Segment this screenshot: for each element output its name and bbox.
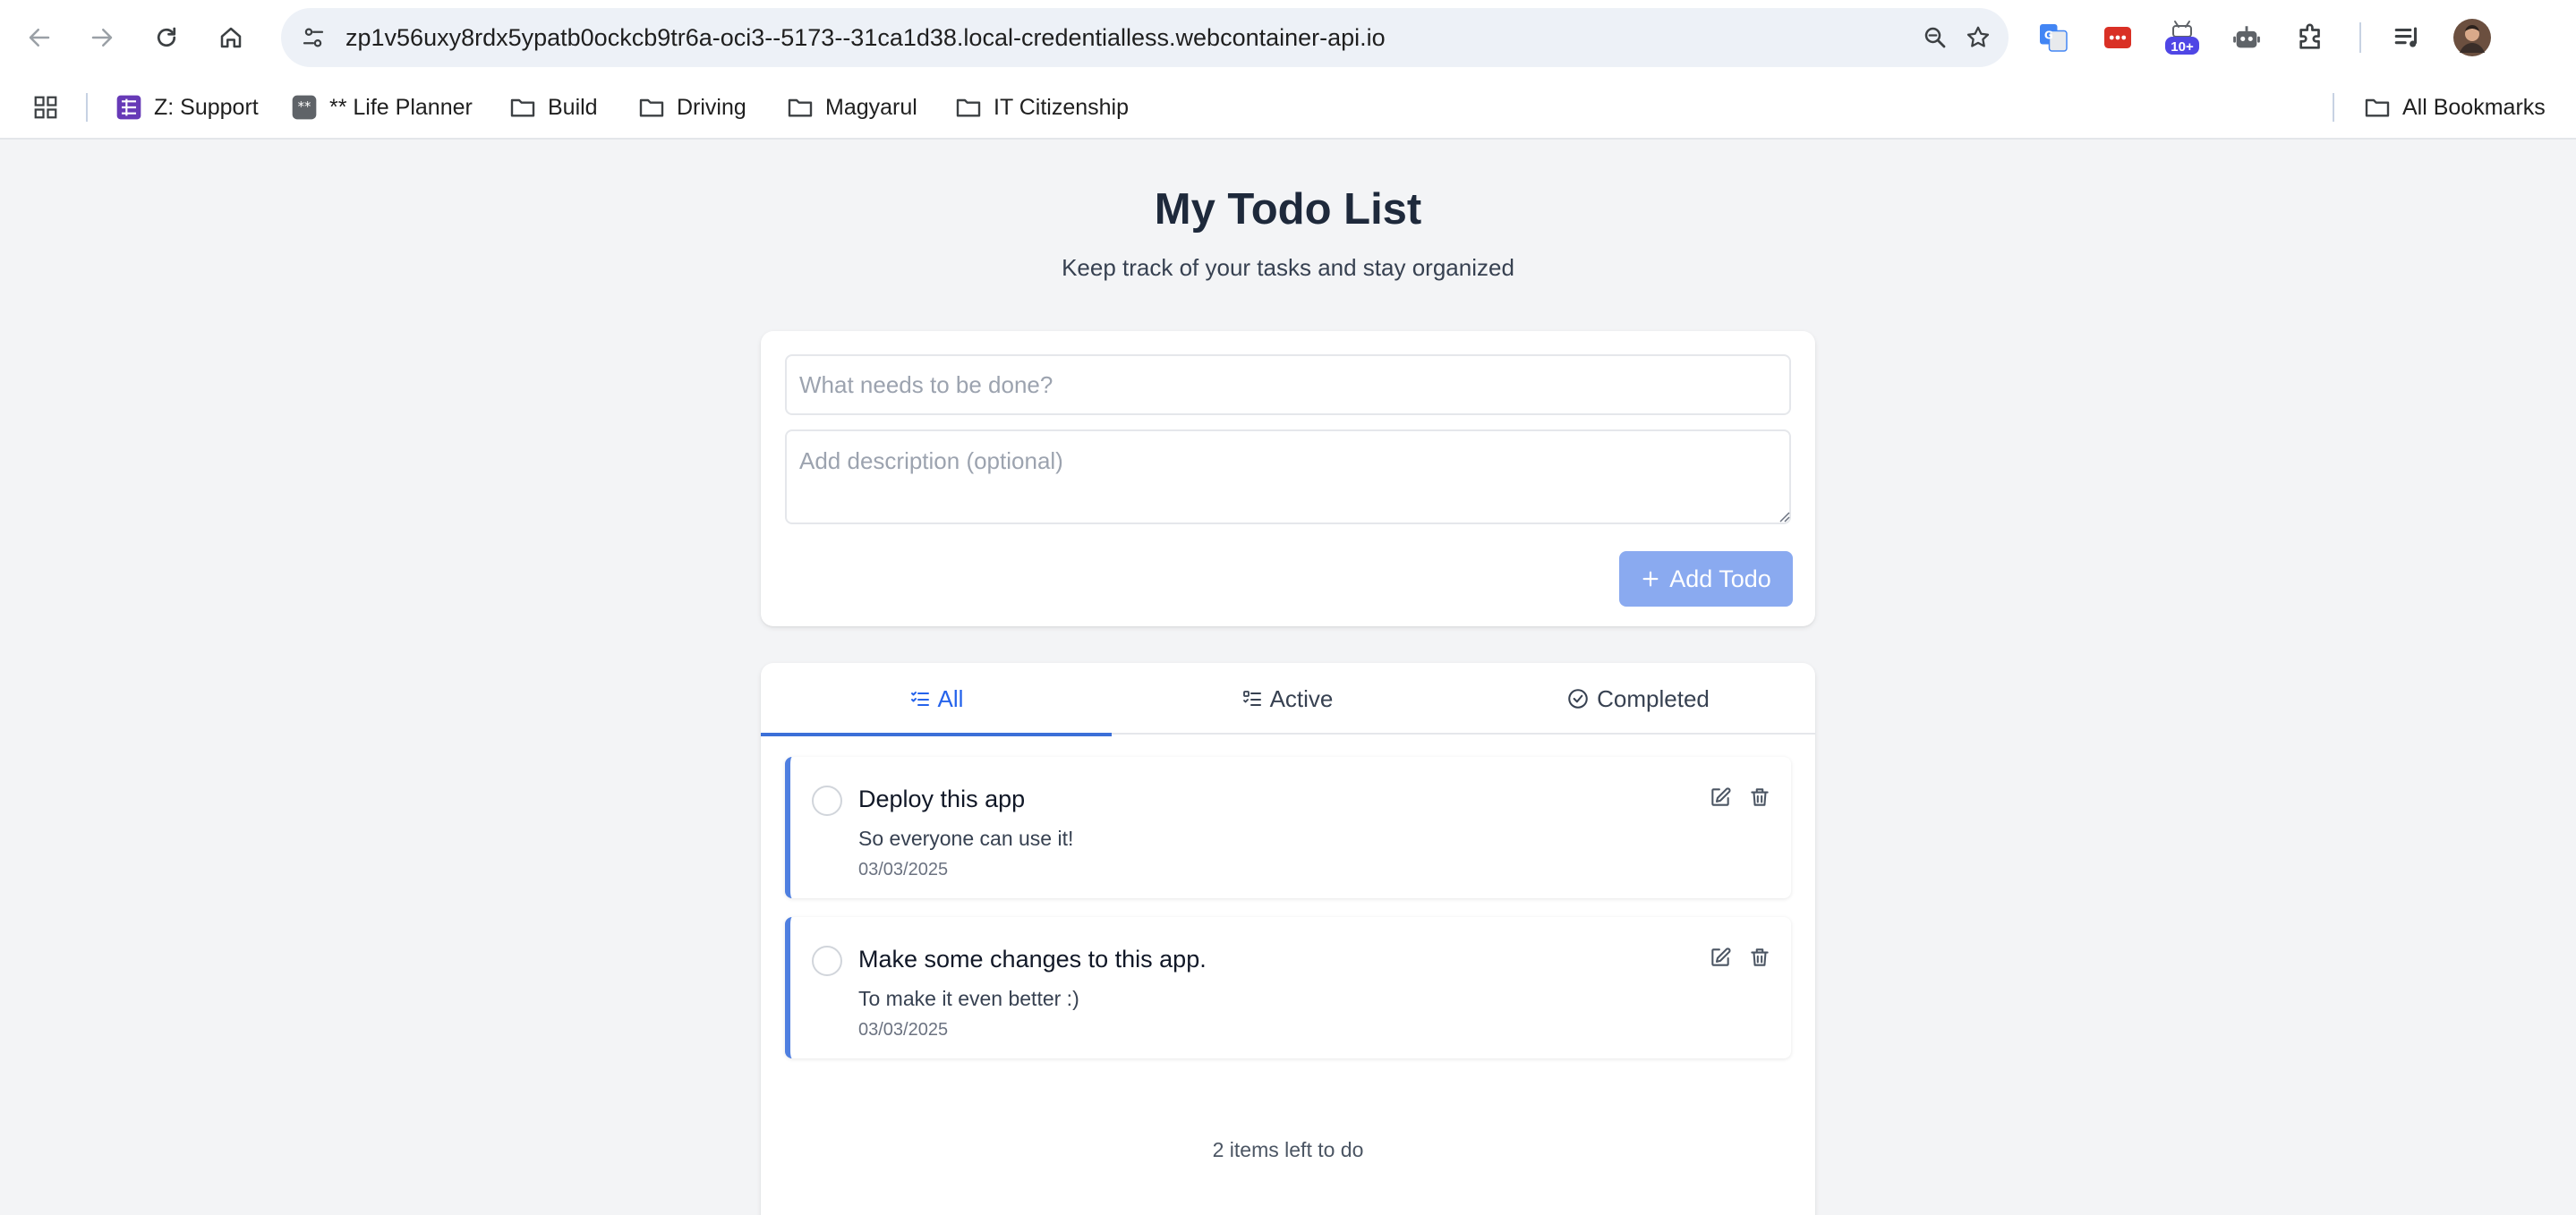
home-button[interactable] [211, 18, 251, 57]
bookmark-star-icon[interactable] [1962, 21, 1994, 54]
todo-item: Make some changes to this app. To make i… [785, 917, 1791, 1058]
bookmark-label: Magyarul [825, 94, 917, 120]
tab-all[interactable]: All [761, 663, 1112, 736]
folder-icon [956, 98, 981, 117]
svg-text:G: G [2044, 30, 2053, 42]
edit-icon [1711, 787, 1731, 806]
tab-completed[interactable]: Completed [1463, 663, 1813, 735]
folder-icon [510, 98, 535, 117]
add-todo-label: Add Todo [1669, 565, 1771, 592]
bookmark-label: ** Life Planner [329, 94, 473, 120]
apps-grid-icon [34, 96, 57, 119]
todo-complete-checkbox[interactable] [812, 946, 842, 976]
todo-app: My Todo List Keep track of your tasks an… [0, 141, 2576, 1215]
svg-text:**: ** [298, 99, 311, 115]
url-text[interactable]: zp1v56uxy8rdx5ypatb0ockcb9tr6a-oci3--517… [345, 8, 1386, 67]
todo-title-input[interactable] [785, 354, 1791, 415]
bookmark-life-planner[interactable]: ** ** Life Planner [283, 84, 480, 131]
profile-avatar[interactable] [2452, 18, 2492, 57]
todo-list-card: All Active Completed Deploy this app So … [761, 663, 1815, 1215]
filter-tabs: All Active Completed [761, 663, 1815, 736]
bookmark-folder-magyarul[interactable]: Magyarul [779, 84, 925, 131]
tab-label: Active [1269, 684, 1334, 712]
app-icon: ** [292, 95, 317, 120]
bookmarks-bar: Z: Support ** ** Life Planner Build Driv… [0, 75, 2576, 140]
folder-icon [639, 98, 664, 117]
back-button[interactable] [20, 18, 59, 57]
all-bookmarks-label: All Bookmarks [2402, 94, 2546, 120]
todo-title: Deploy this app [858, 786, 1026, 812]
list-todo-icon [1242, 691, 1261, 706]
trash-icon [1751, 948, 1769, 966]
sheets-icon [116, 95, 141, 120]
bookmarks-divider [2333, 93, 2334, 122]
red-extension-icon[interactable] [2098, 18, 2137, 57]
zoom-icon[interactable] [1919, 21, 1951, 54]
browser-toolbar: zp1v56uxy8rdx5ypatb0ockcb9tr6a-oci3--517… [0, 0, 2576, 75]
site-info-icon[interactable] [297, 21, 329, 54]
edit-todo-button[interactable] [1705, 942, 1736, 973]
resize-grip-icon[interactable] [1778, 510, 1790, 523]
edit-icon [1711, 947, 1731, 966]
folder-icon [788, 98, 813, 117]
page-subtitle: Keep track of your tasks and stay organi… [1062, 254, 1514, 281]
todo-description-input[interactable] [785, 429, 1791, 524]
items-left-counter: 2 items left to do [1212, 1138, 1364, 1161]
tab-active[interactable]: Active [1112, 663, 1463, 735]
todo-description: To make it even better :) [858, 987, 1079, 1010]
home-icon [220, 27, 242, 48]
page-title: My Todo List [1154, 185, 1422, 234]
apps-grid-button[interactable] [25, 84, 66, 131]
edit-todo-button[interactable] [1705, 782, 1736, 812]
list-checks-icon [910, 692, 929, 706]
bookmark-label: Build [548, 94, 598, 120]
bookmark-folder-build[interactable]: Build [501, 84, 605, 131]
todo-date: 03/03/2025 [858, 860, 949, 879]
todo-description: So everyone can use it! [858, 827, 1074, 850]
trash-icon [1751, 788, 1769, 806]
add-todo-form: Add Todo [761, 331, 1815, 626]
plus-icon [1642, 571, 1659, 587]
bookmark-label: IT Citizenship [994, 94, 1129, 120]
folder-icon [2365, 98, 2390, 117]
bookmark-label: Z: Support [154, 94, 259, 120]
toolbar-divider [2359, 22, 2361, 53]
bookmark-folder-it-citizenship[interactable]: IT Citizenship [947, 84, 1136, 131]
add-todo-button[interactable]: Add Todo [1619, 551, 1793, 607]
reload-button[interactable] [147, 18, 186, 57]
forward-button[interactable] [82, 18, 122, 57]
check-circle-icon [1568, 689, 1588, 709]
todo-item: Deploy this app So everyone can use it! … [785, 757, 1791, 898]
tab-label: All [937, 684, 964, 712]
robot-extension-icon[interactable] [2227, 18, 2266, 57]
delete-todo-button[interactable] [1744, 942, 1775, 973]
extension-badge: 10+ [2171, 39, 2194, 55]
bookmark-z-support[interactable]: Z: Support [107, 84, 266, 131]
tab-label: Completed [1597, 684, 1710, 712]
bookmark-folder-driving[interactable]: Driving [630, 84, 754, 131]
reload-icon [157, 27, 176, 47]
bookmark-label: Driving [677, 94, 746, 120]
todo-complete-checkbox[interactable] [812, 786, 842, 816]
bookmarks-divider [86, 93, 88, 122]
delete-todo-button[interactable] [1744, 782, 1775, 812]
address-bar[interactable]: zp1v56uxy8rdx5ypatb0ockcb9tr6a-oci3--517… [281, 8, 2009, 67]
extensions-puzzle-icon[interactable] [2291, 18, 2331, 57]
badge-extension-icon[interactable]: 10+ [2162, 18, 2202, 57]
forward-arrow-icon [91, 29, 113, 47]
media-control-icon[interactable] [2388, 18, 2427, 57]
all-bookmarks-button[interactable]: All Bookmarks [2356, 84, 2553, 131]
todo-title: Make some changes to this app. [858, 946, 1207, 973]
todo-date: 03/03/2025 [858, 1020, 949, 1040]
translate-extension-icon[interactable]: G [2034, 18, 2073, 57]
back-arrow-icon [29, 29, 50, 47]
